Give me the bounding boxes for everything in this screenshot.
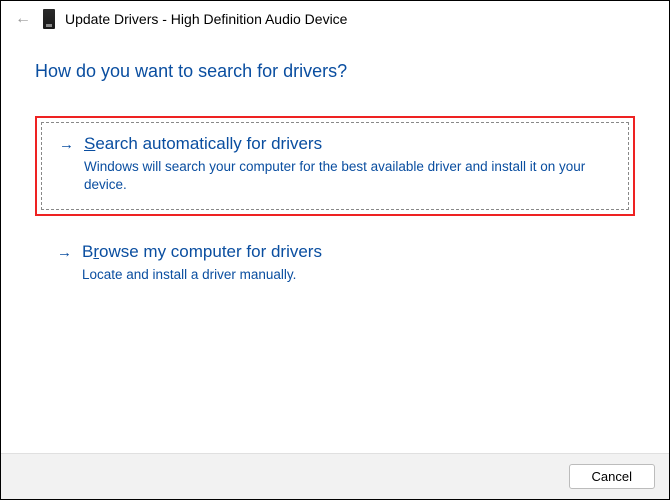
titlebar: ← Update Drivers - High Definition Audio… (1, 1, 669, 31)
back-icon[interactable]: ← (13, 11, 33, 27)
footer: Cancel (1, 453, 669, 499)
option-description: Locate and install a driver manually. (82, 266, 602, 284)
option-title: Browse my computer for drivers (82, 242, 322, 262)
device-icon (43, 9, 55, 29)
arrow-right-icon: → (57, 245, 72, 260)
window-title: Update Drivers - High Definition Audio D… (65, 11, 347, 27)
page-heading: How do you want to search for drivers? (35, 61, 635, 82)
option-search-automatically[interactable]: → Search automatically for drivers Windo… (35, 116, 635, 216)
cancel-button[interactable]: Cancel (569, 464, 655, 489)
content-area: How do you want to search for drivers? →… (1, 31, 669, 453)
arrow-right-icon: → (59, 137, 74, 152)
option-title-row: → Search automatically for drivers (59, 134, 611, 154)
option-title: Search automatically for drivers (84, 134, 322, 154)
option-browse-computer[interactable]: → Browse my computer for drivers Locate … (35, 226, 635, 304)
option-title-row: → Browse my computer for drivers (57, 242, 613, 262)
option-description: Windows will search your computer for th… (84, 158, 604, 194)
